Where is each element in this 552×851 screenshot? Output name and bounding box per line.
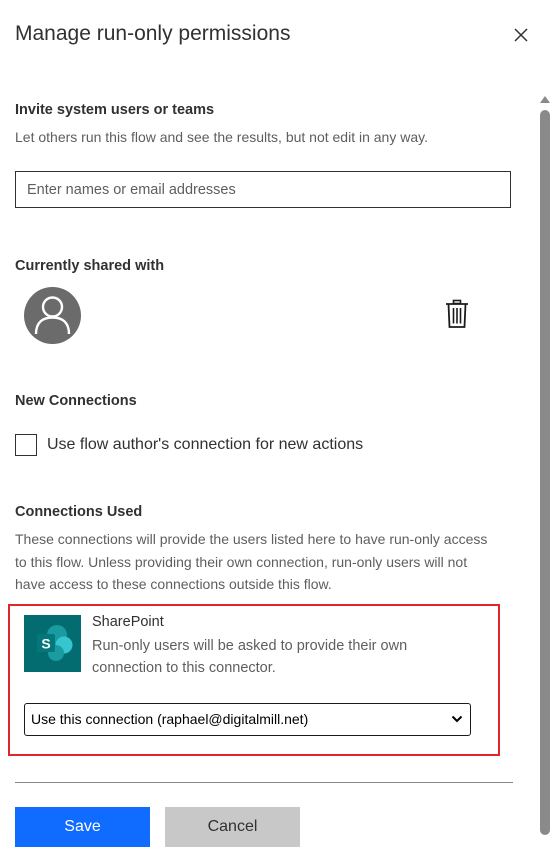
connections-used-description: These connections will provide the users… xyxy=(15,528,487,596)
chevron-down-icon xyxy=(451,715,463,723)
close-icon[interactable] xyxy=(510,24,532,46)
description-line: have access to these connections outside… xyxy=(15,576,332,592)
scrollbar-thumb[interactable] xyxy=(540,110,550,835)
scroll-up-arrow[interactable] xyxy=(540,96,550,103)
connection-select-value: Use this connection (raphael@digitalmill… xyxy=(31,711,309,727)
connector-name: SharePoint xyxy=(92,614,164,630)
cancel-button[interactable]: Cancel xyxy=(165,807,300,847)
dialog-title: Manage run-only permissions xyxy=(15,22,291,45)
invite-search-input[interactable] xyxy=(15,171,511,208)
sharepoint-logo-letter: S xyxy=(41,636,50,652)
manage-permissions-panel: Manage run-only permissions Invite syste… xyxy=(0,0,552,851)
new-connections-heading: New Connections xyxy=(15,393,137,409)
save-button[interactable]: Save xyxy=(15,807,150,847)
connector-description-line: connection to this connector. xyxy=(92,660,276,676)
invite-heading: Invite system users or teams xyxy=(15,102,215,118)
connection-select[interactable]: Use this connection (raphael@digitalmill… xyxy=(24,703,471,736)
use-author-connection-checkbox[interactable] xyxy=(15,434,37,456)
connector-description-line: Run-only users will be asked to provide … xyxy=(92,638,408,654)
use-author-connection-label[interactable]: Use flow author's connection for new act… xyxy=(47,436,363,454)
shared-heading: Currently shared with xyxy=(15,258,165,274)
trash-icon[interactable] xyxy=(445,299,469,329)
description-line: to this flow. Unless providing their own… xyxy=(15,553,468,570)
footer-divider xyxy=(15,782,513,783)
sharepoint-logo: S xyxy=(24,615,81,672)
connections-used-heading: Connections Used xyxy=(15,504,143,520)
invite-description: Let others run this flow and see the res… xyxy=(15,129,428,145)
description-line: These connections will provide the users… xyxy=(15,531,488,547)
person-icon xyxy=(24,287,81,344)
connector-description: Run-only users will be asked to provide … xyxy=(92,635,472,679)
